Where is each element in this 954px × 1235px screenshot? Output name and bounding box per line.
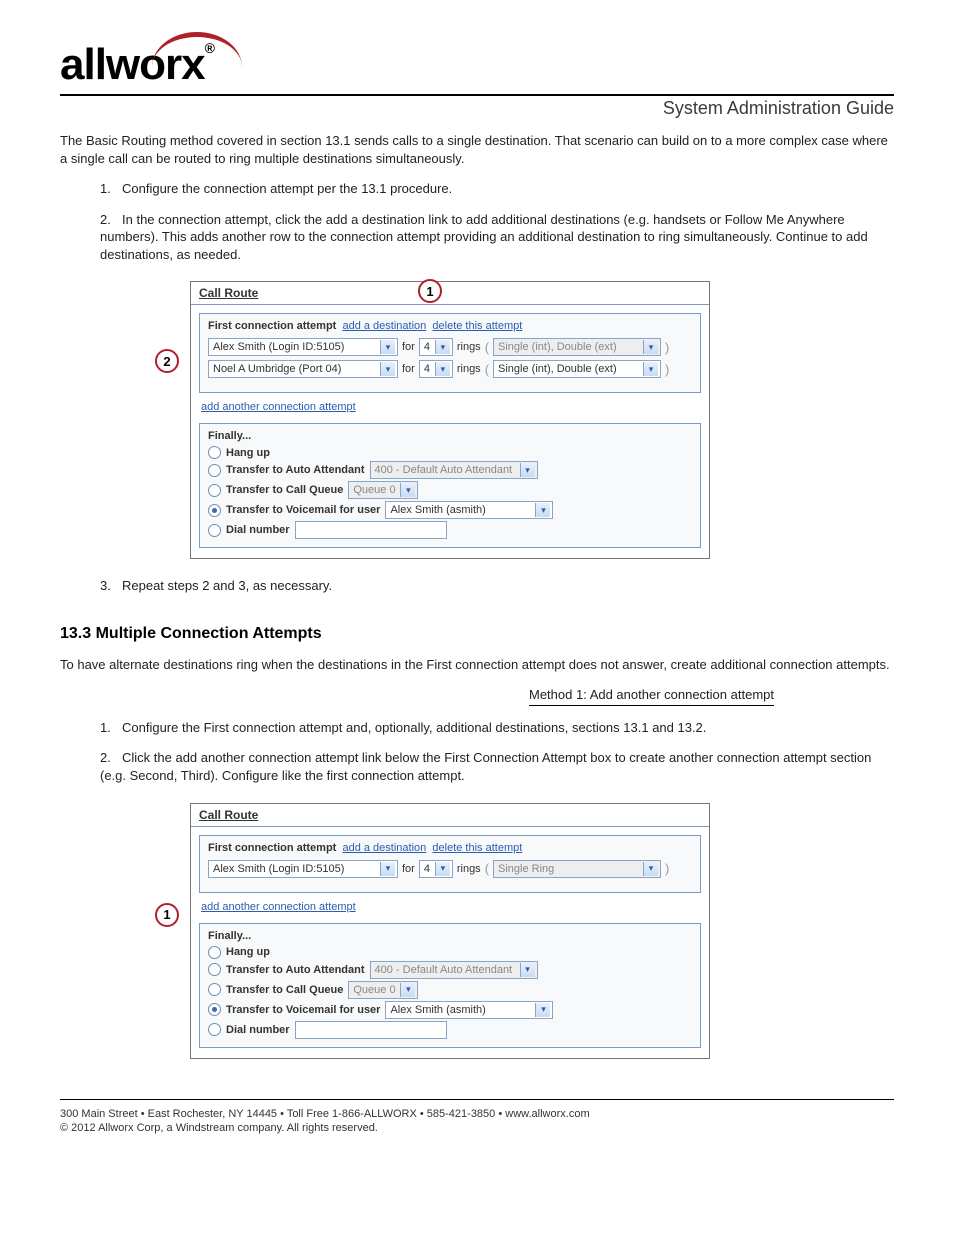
chevron-down-icon: ▾	[435, 862, 450, 876]
voicemail-user-select[interactable]: Alex Smith (asmith)▾	[385, 1001, 553, 1019]
chevron-down-icon: ▾	[400, 483, 415, 497]
add-destination-link[interactable]: add a destination	[342, 320, 426, 332]
chevron-down-icon: ▾	[643, 362, 658, 376]
radio-dial-number[interactable]	[208, 1023, 221, 1036]
chevron-down-icon: ▾	[520, 463, 535, 477]
delete-attempt-link[interactable]: delete this attempt	[432, 320, 522, 332]
sec2-step-1: 1.Configure the First connection attempt…	[100, 719, 894, 737]
call-route-panel: Call Route First connection attempt add …	[190, 803, 710, 1059]
panel-title: Call Route	[191, 282, 709, 305]
step-2: 2.In the connection attempt, click the a…	[100, 211, 894, 264]
rings-count-select[interactable]: 4▾	[419, 860, 453, 878]
footer: 300 Main Street • East Rochester, NY 144…	[60, 1108, 894, 1120]
delete-attempt-link[interactable]: delete this attempt	[432, 842, 522, 854]
first-attempt-box: First connection attempt add a destinati…	[199, 313, 701, 393]
call-queue-select[interactable]: Queue 0▾	[348, 481, 418, 499]
add-destination-link[interactable]: add a destination	[342, 842, 426, 854]
chevron-down-icon: ▾	[435, 362, 450, 376]
radio-dial-number[interactable]	[208, 524, 221, 537]
footer-right: © 2012 Allworx Corp, a Windstream compan…	[60, 1122, 378, 1134]
logo: allworx®	[60, 40, 894, 90]
destination-select[interactable]: Noel A Umbridge (Port 04)▾	[208, 360, 398, 378]
radio-voicemail[interactable]	[208, 1003, 221, 1016]
rings-count-select[interactable]: 4▾	[419, 360, 453, 378]
footer-left: 300 Main Street • East Rochester, NY 144…	[60, 1108, 590, 1120]
step-1: 1.Configure the connection attempt per t…	[100, 180, 894, 198]
doc-title: System Administration Guide	[60, 98, 894, 119]
chevron-down-icon: ▾	[380, 362, 395, 376]
chevron-down-icon: ▾	[643, 340, 658, 354]
chevron-down-icon: ▾	[400, 983, 415, 997]
sec2-step-2: 2.Click the add another connection attem…	[100, 749, 894, 784]
chevron-down-icon: ▾	[535, 503, 550, 517]
finally-box: Finally... Hang up Transfer to Auto Atte…	[199, 423, 701, 548]
call-queue-select[interactable]: Queue 0▾	[348, 981, 418, 999]
radio-hangup[interactable]	[208, 446, 221, 459]
rings-count-select[interactable]: 4▾	[419, 338, 453, 356]
auto-attendant-select[interactable]: 400 - Default Auto Attendant▾	[370, 961, 538, 979]
finally-title: Finally...	[208, 430, 692, 442]
radio-hangup[interactable]	[208, 946, 221, 959]
finally-title: Finally...	[208, 930, 692, 942]
dial-number-input[interactable]	[295, 1021, 447, 1039]
ring-type-select[interactable]: Single (int), Double (ext)▾	[493, 360, 661, 378]
voicemail-user-select[interactable]: Alex Smith (asmith)▾	[385, 501, 553, 519]
radio-call-queue[interactable]	[208, 484, 221, 497]
auto-attendant-select[interactable]: 400 - Default Auto Attendant▾	[370, 461, 538, 479]
chevron-down-icon: ▾	[380, 862, 395, 876]
destination-row: Alex Smith (Login ID:5105)▾ for 4▾ rings…	[208, 338, 692, 356]
ring-type-select[interactable]: Single (int), Double (ext)▾	[493, 338, 661, 356]
step-3: 3.Repeat steps 2 and 3, as necessary.	[100, 577, 894, 595]
add-another-attempt-link[interactable]: add another connection attempt	[201, 901, 699, 913]
call-route-panel: Call Route First connection attempt add …	[190, 281, 710, 559]
first-attempt-box: First connection attempt add a destinati…	[199, 835, 701, 893]
radio-auto-attendant[interactable]	[208, 963, 221, 976]
callout-2: 2	[155, 349, 179, 373]
radio-auto-attendant[interactable]	[208, 464, 221, 477]
add-another-attempt-link[interactable]: add another connection attempt	[201, 401, 699, 413]
chevron-down-icon: ▾	[520, 963, 535, 977]
destination-row: Noel A Umbridge (Port 04)▾ for 4▾ rings …	[208, 360, 692, 378]
chevron-down-icon: ▾	[435, 340, 450, 354]
callout-3: 1	[155, 903, 179, 927]
destination-select[interactable]: Alex Smith (Login ID:5105)▾	[208, 338, 398, 356]
finally-box: Finally... Hang up Transfer to Auto Atte…	[199, 923, 701, 1048]
chevron-down-icon: ▾	[535, 1003, 550, 1017]
chevron-down-icon: ▾	[643, 862, 658, 876]
destination-select[interactable]: Alex Smith (Login ID:5105)▾	[208, 860, 398, 878]
radio-call-queue[interactable]	[208, 983, 221, 996]
first-attempt-label: First connection attempt	[208, 842, 336, 854]
intro-paragraph: The Basic Routing method covered in sect…	[60, 132, 894, 167]
dial-number-input[interactable]	[295, 521, 447, 539]
method-heading: Method 1: Add another connection attempt	[529, 686, 774, 706]
section-intro: To have alternate destinations ring when…	[60, 656, 894, 674]
radio-voicemail[interactable]	[208, 504, 221, 517]
first-attempt-label: First connection attempt	[208, 320, 336, 332]
destination-row: Alex Smith (Login ID:5105)▾ for 4▾ rings…	[208, 860, 692, 878]
panel-title: Call Route	[191, 804, 709, 827]
chevron-down-icon: ▾	[380, 340, 395, 354]
section-title: 13.3 Multiple Connection Attempts	[60, 625, 894, 643]
ring-type-select[interactable]: Single Ring▾	[493, 860, 661, 878]
